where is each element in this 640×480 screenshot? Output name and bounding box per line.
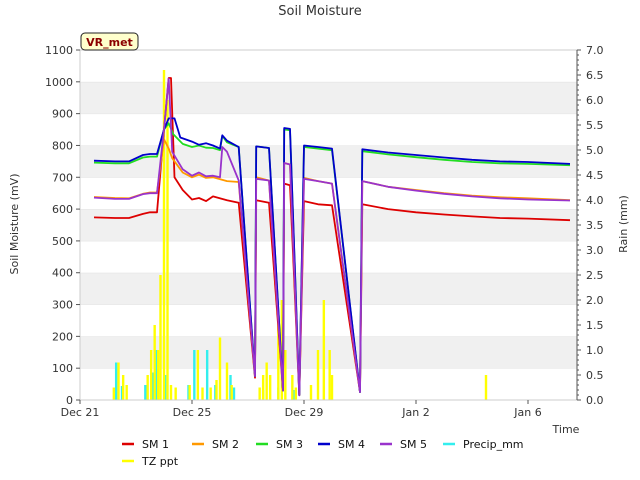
rain-bar: [258, 387, 261, 400]
y2-tick-label: 5.5: [586, 119, 604, 132]
rain-bar: [144, 385, 147, 400]
rain-bar: [232, 387, 236, 400]
rain-bar: [294, 387, 298, 400]
rain-bar: [188, 385, 191, 400]
rain-bar: [193, 350, 196, 400]
rain-bar: [268, 375, 272, 400]
y-tick-label: 900: [52, 108, 73, 121]
y2-tick-label: 2.0: [586, 294, 604, 307]
y2-tick-label: 7.0: [586, 44, 604, 57]
rain-bar: [230, 385, 233, 400]
rain-bar: [291, 375, 294, 400]
rain-bar: [322, 300, 326, 400]
y-tick-label: 700: [52, 171, 73, 184]
grid-band: [80, 240, 577, 273]
station-badge-label: VR_met: [86, 36, 133, 49]
y-tick-label: 400: [52, 267, 73, 280]
y-tick-label: 200: [52, 330, 73, 343]
y2-tick-label: 3.5: [586, 219, 604, 232]
y2-tick-label: 0.0: [586, 394, 604, 407]
rain-bar: [284, 350, 287, 400]
legend-item: TZ ppt: [122, 455, 179, 468]
y-tick-label: 1000: [45, 76, 73, 89]
rain-bar: [201, 387, 204, 400]
chart-title: Soil Moisture: [278, 4, 362, 19]
rain-bar: [225, 362, 229, 400]
y2-tick-label: 1.0: [586, 344, 604, 357]
grid-band: [80, 81, 577, 114]
legend-label: SM 3: [276, 438, 303, 451]
soil-moisture-chart: 010020030040050060070080090010001100 0.0…: [8, 4, 630, 468]
x-tick-label: Dec 29: [285, 406, 324, 419]
x-axis: Dec 21 Dec 25 Dec 29 Jan 2 Jan 6: [61, 400, 542, 419]
y-tick-label: 100: [52, 362, 73, 375]
legend-item: SM 4: [318, 438, 365, 451]
station-badge: VR_met: [80, 32, 139, 51]
rain-bar: [114, 362, 118, 400]
rain-bar: [218, 337, 222, 400]
rain-bar: [149, 350, 153, 400]
rain-bar: [484, 375, 488, 400]
rain-bar: [265, 362, 268, 400]
y-tick-label: 600: [52, 203, 73, 216]
rain-bar: [330, 375, 334, 400]
x-tick-label: Dec 21: [61, 406, 100, 419]
y2-tick-label: 5.0: [586, 144, 604, 157]
rain-bar: [261, 375, 265, 400]
rain-bar: [209, 387, 212, 400]
y2-tick-label: 2.5: [586, 269, 604, 282]
y-axis-right: 0.0 0.5 1.0 1.5 2.0 2.5 3.0 3.5 4.0 4.5 5.0 5.5 6.0 6…: [576, 44, 604, 407]
y2-tick-label: 6.0: [586, 94, 604, 107]
y2-axis-label: Rain (mm): [617, 195, 630, 253]
rain-bar: [205, 350, 209, 400]
rain-bar: [328, 350, 331, 400]
y2-tick-label: 4.5: [586, 169, 604, 182]
legend-label: TZ ppt: [141, 455, 179, 468]
legend-item: Precip_mm: [443, 438, 524, 451]
x-axis-label: Time: [552, 423, 580, 436]
y2-tick-label: 4.0: [586, 194, 604, 207]
rain-bar: [309, 385, 313, 400]
y-tick-label: 800: [52, 139, 73, 152]
rain-bar: [196, 350, 200, 400]
legend-label: SM 1: [142, 438, 169, 451]
legend-item: SM 2: [192, 438, 239, 451]
rain-bar: [316, 350, 320, 400]
rain-bar: [156, 350, 160, 400]
x-tick-label: Jan 6: [513, 406, 541, 419]
y2-tick-label: 1.5: [586, 319, 604, 332]
legend-label: SM 2: [212, 438, 239, 451]
rain-bar: [117, 362, 120, 400]
y-axis-left: 010020030040050060070080090010001100: [45, 44, 80, 407]
rain-bar: [174, 387, 177, 400]
legend-label: SM 4: [338, 438, 365, 451]
y-axis-label: Soil Moisture (mV): [8, 174, 21, 275]
rain-bar: [121, 375, 125, 400]
y-tick-label: 500: [52, 235, 73, 248]
rain-bar: [159, 275, 162, 400]
legend-item: SM 1: [122, 438, 169, 451]
grid-band: [80, 113, 577, 146]
grid-band: [80, 50, 577, 82]
x-tick-label: Dec 25: [173, 406, 212, 419]
y2-tick-label: 3.0: [586, 244, 604, 257]
y2-tick-label: 6.5: [586, 69, 604, 82]
rain-bar: [169, 385, 173, 400]
y-tick-label: 300: [52, 299, 73, 312]
rain-bar: [125, 385, 128, 400]
legend-label: Precip_mm: [463, 438, 524, 451]
y2-tick-label: 0.5: [586, 369, 604, 382]
legend-item: SM 3: [256, 438, 303, 451]
grid-band: [80, 209, 577, 241]
x-tick-label: Jan 2: [401, 406, 429, 419]
legend-item: SM 5: [380, 438, 427, 451]
rain-bar: [146, 375, 149, 400]
legend-label: SM 5: [400, 438, 427, 451]
y-tick-label: 1100: [45, 44, 73, 57]
rain-bar: [112, 387, 116, 400]
rain-bar: [215, 380, 218, 400]
grid-band: [80, 272, 577, 305]
rain-bar: [153, 325, 156, 400]
legend: SM 1 SM 2 SM 3 SM 4 SM 5 Precip_mm TZ ppt: [122, 438, 524, 468]
